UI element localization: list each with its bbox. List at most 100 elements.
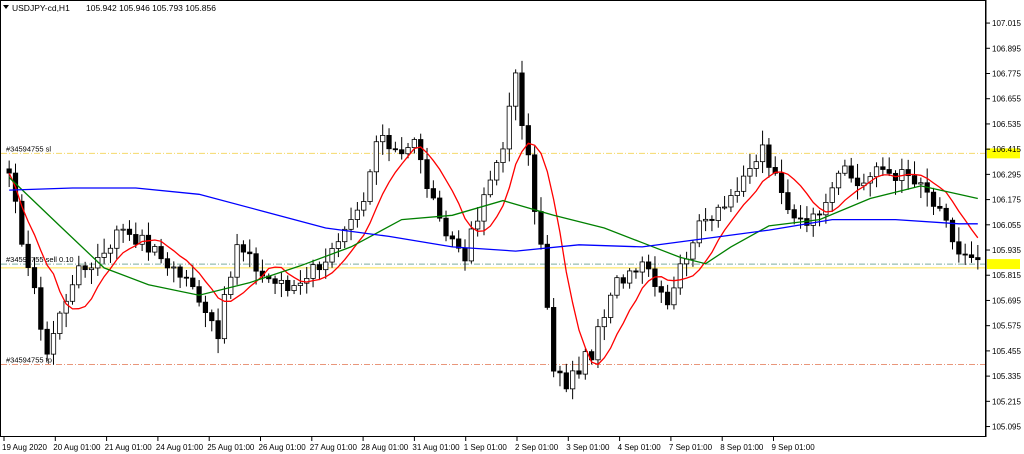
chart-background: [0, 0, 1024, 454]
candle-body: [449, 235, 455, 240]
candle-body: [766, 144, 772, 168]
candle-body: [937, 205, 943, 209]
candle-body: [829, 187, 835, 203]
y-tick-label: 106.535: [992, 120, 1021, 129]
candle-body: [177, 266, 183, 278]
candle-body: [702, 218, 709, 222]
candle-body: [570, 370, 576, 390]
candle-body: [158, 246, 164, 260]
candle-body: [126, 228, 133, 235]
candle-body: [133, 234, 139, 245]
candle-body: [481, 194, 487, 222]
x-tick-label: 19 Aug 2020: [2, 443, 47, 452]
candle-body: [278, 279, 285, 284]
candle-body: [709, 218, 715, 221]
candle-body: [31, 267, 38, 289]
candle-body: [962, 253, 968, 256]
candle-body: [462, 247, 468, 262]
x-tick-label: 26 Aug 01:00: [259, 443, 307, 452]
x-tick-label: 27 Aug 01:00: [310, 443, 358, 452]
candle-body: [399, 149, 405, 155]
candle-body: [911, 175, 918, 185]
candle-body: [639, 261, 645, 273]
candle-body: [930, 191, 937, 207]
candle-body: [215, 320, 221, 340]
candle-body: [671, 287, 677, 306]
candle-body: [202, 301, 209, 313]
candle-body: [386, 135, 392, 150]
candle-body: [753, 161, 759, 169]
candle-body: [677, 263, 683, 289]
candle-body: [721, 206, 728, 209]
candle-body: [816, 213, 823, 216]
candle-body: [943, 207, 949, 221]
candle-body: [247, 251, 253, 255]
candle-body: [848, 165, 854, 179]
y-tick-label: 106.295: [992, 170, 1021, 179]
chart-header: USDJPY-cd,H1 105.942 105.946 105.793 105…: [3, 3, 216, 13]
candle-body: [734, 190, 740, 196]
candle-body: [424, 159, 430, 189]
y-tick-label: 106.415: [992, 145, 1021, 154]
candle-body: [354, 209, 360, 220]
x-tick-label: 4 Sep 01:00: [618, 443, 662, 452]
x-tick-label: 8 Sep 01:00: [720, 443, 764, 452]
y-tick-label: 106.775: [992, 70, 1021, 79]
level-price-tag-entry: [987, 259, 1020, 270]
x-tick-label: 20 Aug 01:00: [53, 443, 101, 452]
candle-body: [380, 135, 386, 143]
y-tick-label: 105.215: [992, 397, 1021, 406]
candle-body: [519, 72, 525, 126]
y-tick-label: 105.935: [992, 246, 1021, 255]
y-tick-label: 105.335: [992, 372, 1021, 381]
candle-body: [335, 241, 342, 249]
candle-body: [164, 258, 171, 269]
level-label-sl: #34594755 sl: [6, 144, 51, 153]
candle-body: [228, 276, 234, 295]
candle-body: [6, 168, 12, 174]
candle-body: [50, 333, 57, 355]
candle-body: [576, 370, 582, 375]
x-tick-label: 25 Aug 01:00: [207, 443, 255, 452]
candle-body: [563, 372, 569, 390]
candle-body: [234, 244, 240, 278]
x-tick-label: 21 Aug 01:00: [105, 443, 153, 452]
candle-body: [918, 182, 924, 185]
candle-body: [316, 264, 323, 271]
candle-body: [690, 242, 696, 260]
price-chart[interactable]: #34594755 sl #34594755 sell 0.10 #34594755…: [0, 0, 1024, 454]
candle-body: [475, 220, 481, 230]
candle-body: [500, 148, 506, 163]
candle-body: [968, 254, 975, 258]
candle-body: [797, 217, 804, 220]
candle-body: [253, 253, 259, 272]
candle-body: [310, 264, 316, 279]
candle-body: [791, 209, 797, 219]
candle-body: [405, 147, 411, 155]
candle-body: [373, 141, 379, 173]
x-tick-label: 2 Sep 01:00: [515, 443, 559, 452]
candle-body: [107, 247, 114, 254]
candle-body: [873, 166, 880, 178]
y-tick-label: 106.655: [992, 95, 1021, 104]
y-tick-label: 105.455: [992, 347, 1021, 356]
candle-body: [437, 197, 443, 219]
candle-body: [272, 278, 278, 284]
y-tick-label: 105.575: [992, 322, 1021, 331]
candle-body: [120, 228, 126, 231]
symbol-timeframe: USDJPY-cd,H1: [12, 3, 70, 13]
x-tick-label: 1 Sep 01:00: [464, 443, 508, 452]
y-tick-label: 107.015: [992, 19, 1021, 28]
y-tick-label: 106.055: [992, 221, 1021, 230]
candle-body: [411, 139, 417, 148]
candle-body: [747, 168, 753, 177]
candle-body: [608, 294, 614, 318]
candle-body: [538, 211, 544, 245]
candle-body: [69, 284, 76, 302]
candle-body: [595, 326, 601, 361]
x-tick-label: 31 Aug 01:00: [412, 443, 460, 452]
candle-body: [240, 244, 247, 253]
candle-body: [145, 234, 152, 253]
candle-body: [82, 265, 88, 271]
candle-body: [664, 291, 671, 306]
